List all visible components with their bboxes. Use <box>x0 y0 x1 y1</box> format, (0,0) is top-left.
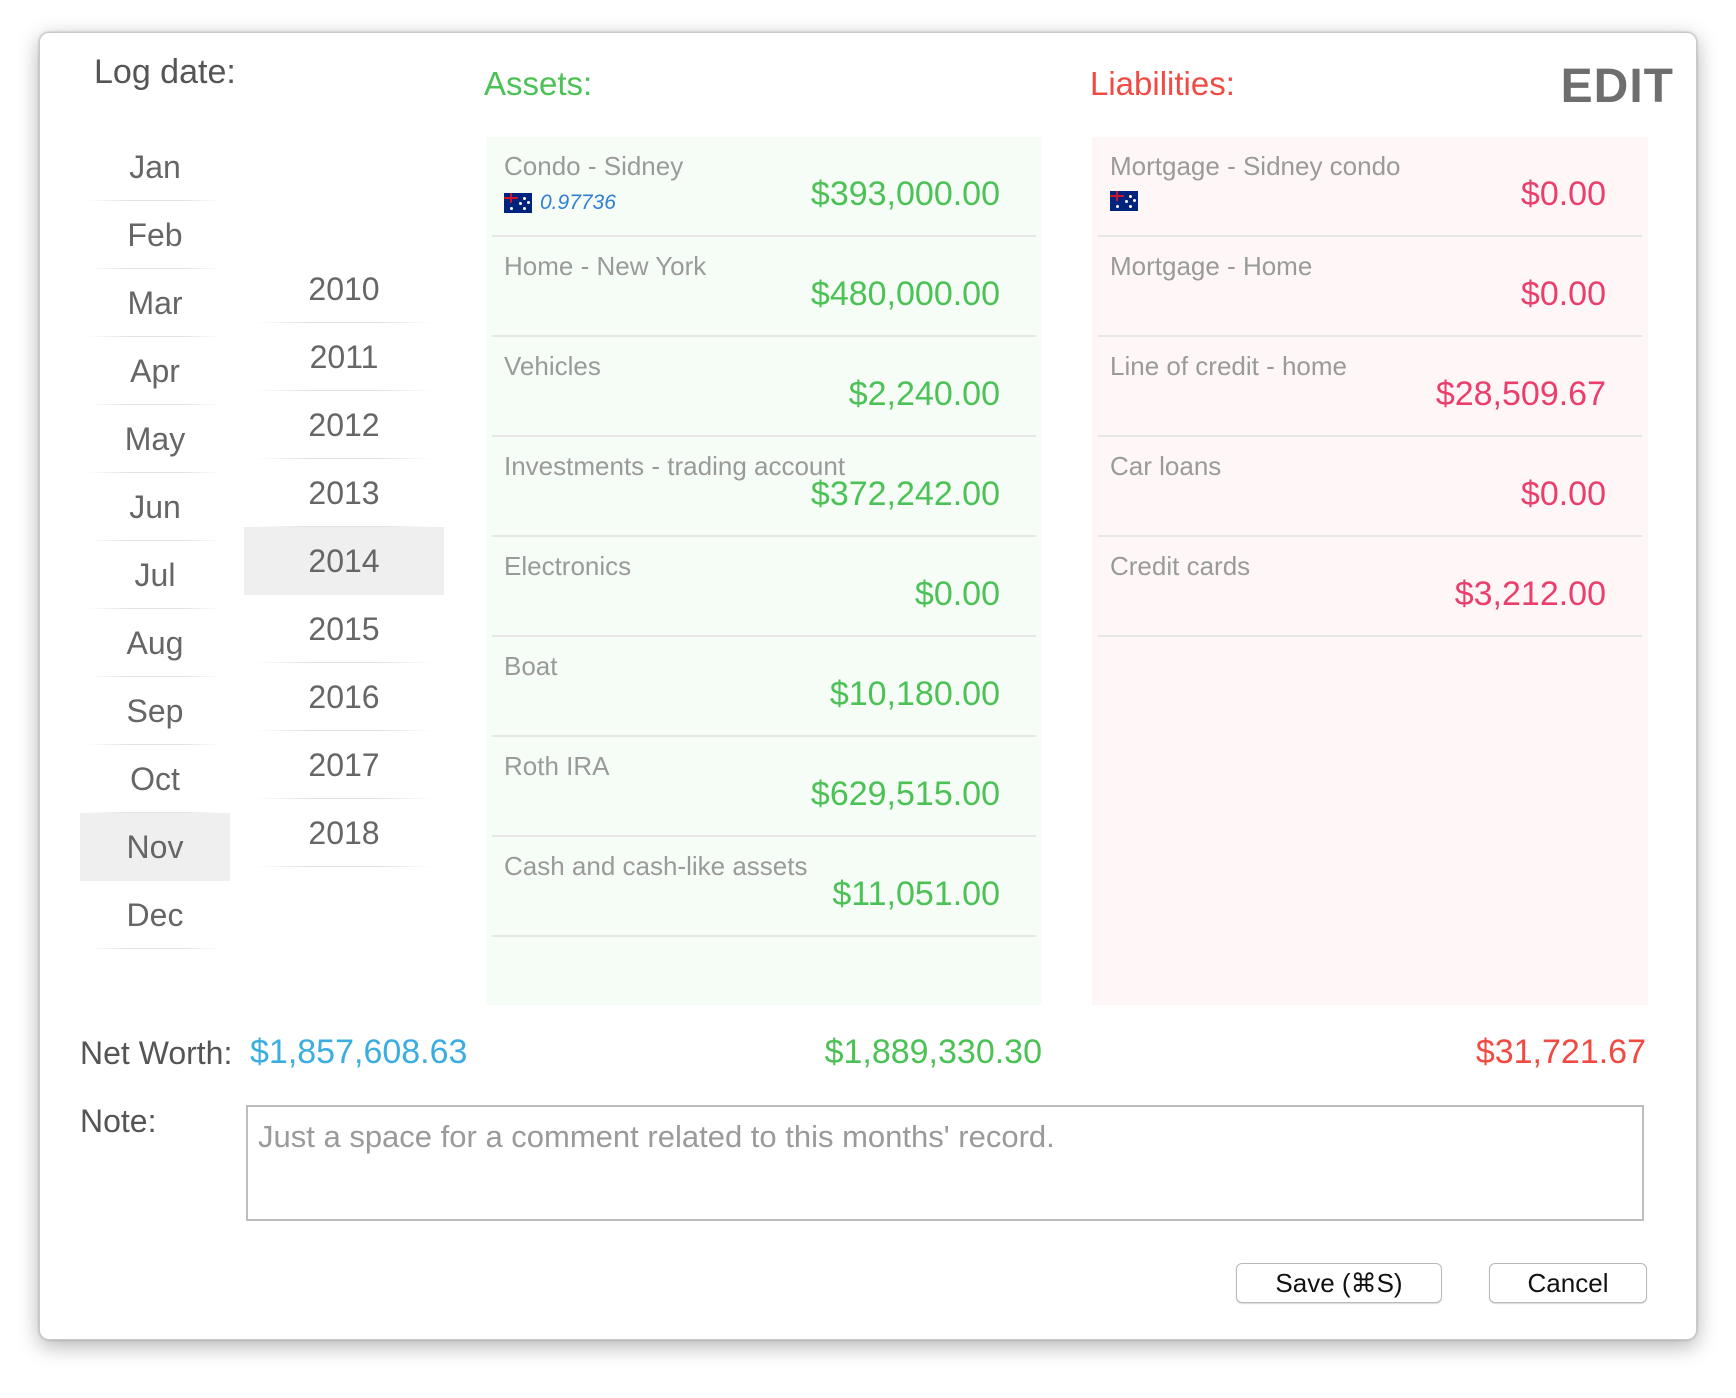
asset-value[interactable]: $480,000.00 <box>811 275 1000 314</box>
assets-title: Assets: <box>484 65 593 102</box>
year-item-2018[interactable]: 2018 <box>244 799 444 867</box>
asset-row[interactable]: Electronics $0.00 <box>492 537 1036 637</box>
assets-panel: Condo - Sidney 0.97736 $393,000.00 Home - N… <box>486 137 1042 1005</box>
year-item-2012[interactable]: 2012 <box>244 391 444 459</box>
asset-value[interactable]: $11,051.00 <box>832 875 1000 914</box>
month-item-jun[interactable]: Jun <box>80 473 230 541</box>
year-item-2014[interactable]: 2014 <box>244 527 444 595</box>
liability-name: Mortgage - Home <box>1110 251 1313 281</box>
month-item-sep[interactable]: Sep <box>80 677 230 745</box>
liability-name: Car loans <box>1110 451 1222 481</box>
month-item-jan[interactable]: Jan <box>80 133 230 201</box>
liability-row[interactable]: Mortgage - Sidney condo $0.00 <box>1098 137 1642 237</box>
asset-row[interactable]: Condo - Sidney 0.97736 $393,000.00 <box>492 137 1036 237</box>
asset-value[interactable]: $629,515.00 <box>811 775 1000 814</box>
asset-row[interactable]: Cash and cash-like assets $11,051.00 <box>492 837 1036 937</box>
liabilities-title: Liabilities: <box>1090 65 1235 102</box>
mode-label: EDIT <box>1560 60 1674 113</box>
month-item-may[interactable]: May <box>80 405 230 473</box>
asset-name: Roth IRA <box>504 751 610 781</box>
year-item-2017[interactable]: 2017 <box>244 731 444 799</box>
year-item-2016[interactable]: 2016 <box>244 663 444 731</box>
net-worth-value: $1,857,608.63 <box>250 1033 468 1071</box>
net-worth-label: Net Worth: <box>80 1035 233 1071</box>
liability-name: Mortgage - Sidney condo <box>1110 151 1401 181</box>
asset-value[interactable]: $0.00 <box>915 575 1000 614</box>
month-picker[interactable]: Jan Feb Mar Apr May Jun Jul Aug Sep Oct Nov Dec <box>80 133 230 949</box>
liability-value[interactable]: $3,212.00 <box>1455 575 1606 614</box>
asset-name: Electronics <box>504 551 632 581</box>
note-label: Note: <box>80 1103 157 1139</box>
asset-value[interactable]: $372,242.00 <box>811 475 1000 514</box>
asset-value[interactable]: $393,000.00 <box>811 175 1000 214</box>
liability-name: Credit cards <box>1110 551 1251 581</box>
month-item-jul[interactable]: Jul <box>80 541 230 609</box>
year-item-2015[interactable]: 2015 <box>244 595 444 663</box>
asset-name: Vehicles <box>504 351 601 381</box>
log-date-label: Log date: <box>94 53 236 91</box>
month-item-aug[interactable]: Aug <box>80 609 230 677</box>
asset-name: Cash and cash-like assets <box>504 851 808 881</box>
exchange-rate: 0.97736 <box>540 191 616 214</box>
save-button[interactable]: Save (⌘S) <box>1236 1263 1442 1303</box>
liability-currency <box>1110 191 1138 211</box>
asset-row[interactable]: Boat $10,180.00 <box>492 637 1036 737</box>
asset-name: Condo - Sidney <box>504 151 684 181</box>
asset-value[interactable]: $2,240.00 <box>849 375 1000 414</box>
year-item-2011[interactable]: 2011 <box>244 323 444 391</box>
month-item-feb[interactable]: Feb <box>80 201 230 269</box>
liabilities-total: $31,721.67 <box>1475 1033 1646 1071</box>
asset-value[interactable]: $10,180.00 <box>830 675 1000 714</box>
asset-row[interactable]: Roth IRA $629,515.00 <box>492 737 1036 837</box>
year-item-2013[interactable]: 2013 <box>244 459 444 527</box>
australia-flag-icon <box>1110 191 1138 211</box>
note-input[interactable] <box>246 1105 1644 1221</box>
liability-value[interactable]: $0.00 <box>1521 275 1606 314</box>
liability-row[interactable]: Mortgage - Home $0.00 <box>1098 237 1642 337</box>
year-item-2010[interactable]: 2010 <box>244 255 444 323</box>
year-picker[interactable]: 2010 2011 2012 2013 2014 2015 2016 2017 2018 <box>244 255 444 867</box>
liability-name: Line of credit - home <box>1110 351 1348 381</box>
asset-row[interactable]: Vehicles $2,240.00 <box>492 337 1036 437</box>
liability-row[interactable]: Car loans $0.00 <box>1098 437 1642 537</box>
month-item-dec[interactable]: Dec <box>80 881 230 949</box>
australia-flag-icon <box>504 193 532 213</box>
month-item-nov[interactable]: Nov <box>80 813 230 881</box>
asset-name: Home - New York <box>504 251 707 281</box>
liability-row[interactable]: Credit cards $3,212.00 <box>1098 537 1642 637</box>
asset-name: Investments - trading account <box>504 451 846 481</box>
asset-currency: 0.97736 <box>504 191 616 215</box>
liability-value[interactable]: $0.00 <box>1521 475 1606 514</box>
month-item-apr[interactable]: Apr <box>80 337 230 405</box>
asset-row[interactable]: Home - New York $480,000.00 <box>492 237 1036 337</box>
liabilities-panel: Mortgage - Sidney condo $0.00 Mortgage - H… <box>1092 137 1648 1005</box>
asset-row[interactable]: Investments - trading account $372,242.00 <box>492 437 1036 537</box>
liability-value[interactable]: $0.00 <box>1521 175 1606 214</box>
cancel-button[interactable]: Cancel <box>1489 1263 1647 1303</box>
liability-row[interactable]: Line of credit - home $28,509.67 <box>1098 337 1642 437</box>
assets-total: $1,889,330.30 <box>824 1033 1042 1071</box>
edit-record-window: Log date: Assets: Liabilities: EDIT Jan F… <box>39 32 1697 1340</box>
month-item-mar[interactable]: Mar <box>80 269 230 337</box>
liability-value[interactable]: $28,509.67 <box>1436 375 1606 414</box>
asset-name: Boat <box>504 651 558 681</box>
month-item-oct[interactable]: Oct <box>80 745 230 813</box>
